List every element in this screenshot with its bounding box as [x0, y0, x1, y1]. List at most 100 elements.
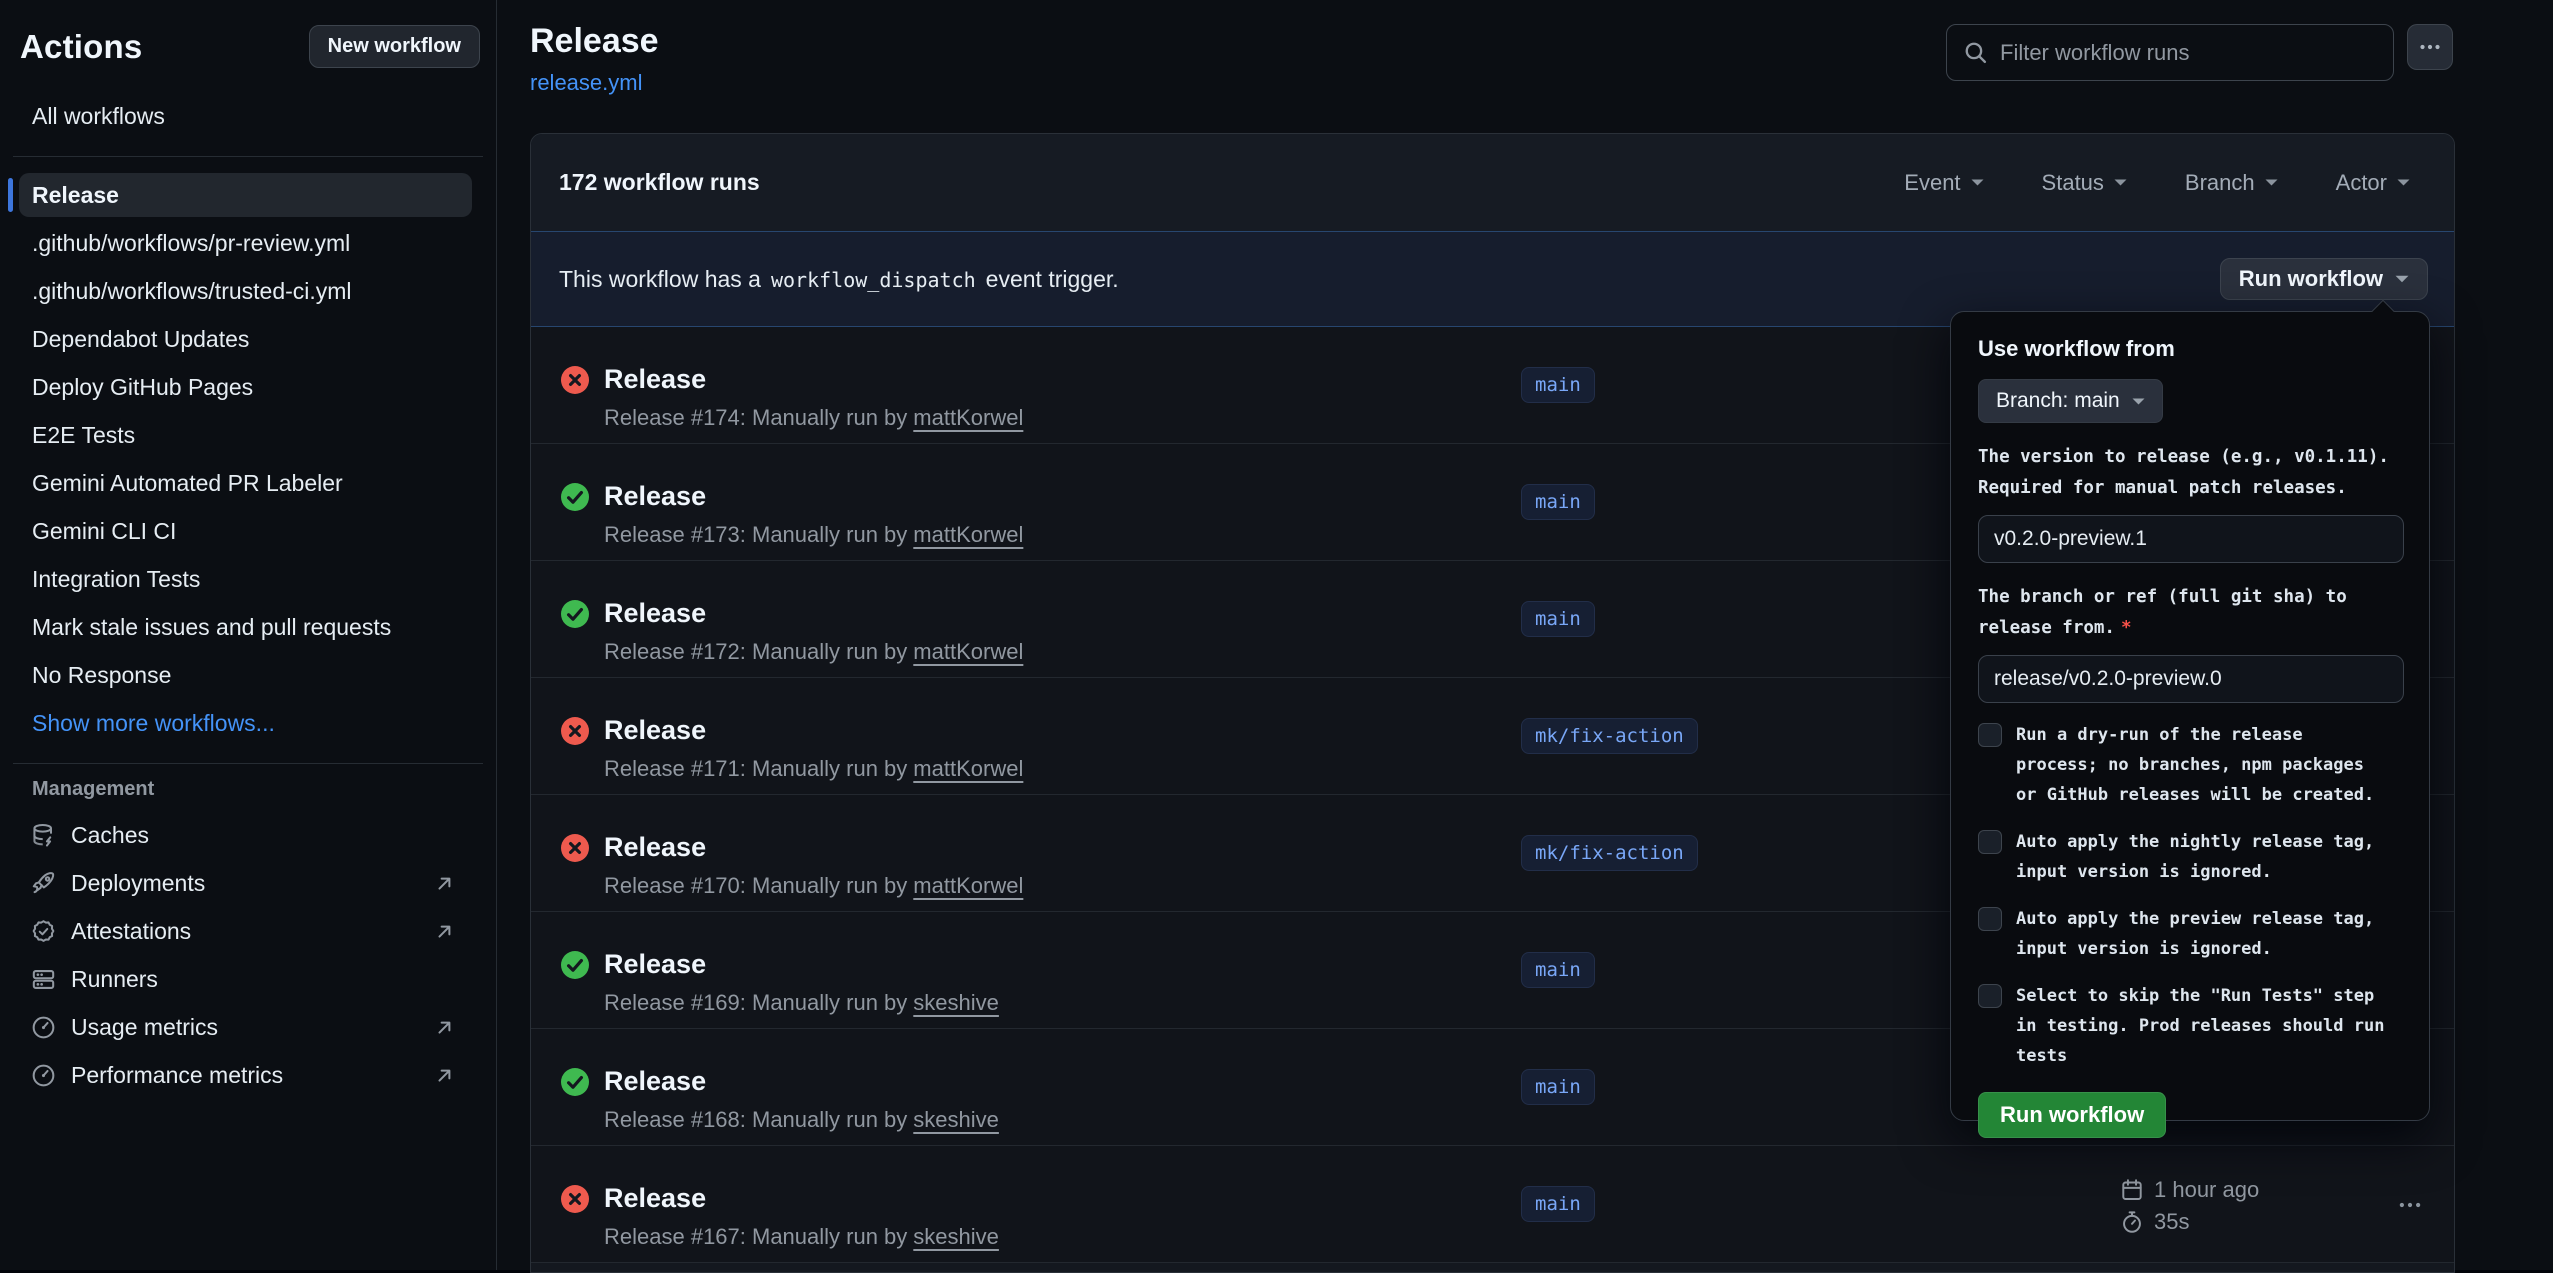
- branch-selector-label: Branch: main: [1996, 389, 2120, 413]
- branch-badge[interactable]: main: [1521, 601, 1595, 637]
- actor-filter-dropdown[interactable]: Actor: [2336, 170, 2410, 196]
- branch-badge[interactable]: mk/fix-action: [1521, 718, 1698, 754]
- new-workflow-button[interactable]: New workflow: [309, 25, 480, 68]
- preview-tag-checkbox[interactable]: [1978, 907, 2002, 931]
- sidebar-item-label: Attestations: [71, 918, 191, 945]
- sidebar-item-workflow[interactable]: Dependabot Updates: [0, 315, 496, 363]
- actor-link[interactable]: mattKorwel: [913, 873, 1023, 898]
- run-subtitle: Release #167: Manually run byskeshive: [604, 1224, 999, 1250]
- banner-text-before: This workflow has a: [559, 266, 761, 292]
- branch-badge[interactable]: main: [1521, 952, 1595, 988]
- sidebar-item-workflow[interactable]: Deploy GitHub Pages: [0, 363, 496, 411]
- branch-filter-dropdown[interactable]: Branch: [2185, 170, 2278, 196]
- run-title[interactable]: Release: [604, 832, 1023, 862]
- run-workflow-dropdown-button[interactable]: Run workflow: [2220, 258, 2428, 300]
- run-options-kebab-button[interactable]: [2387, 1190, 2433, 1220]
- run-subtitle: Release #173: Manually run bymattKorwel: [604, 522, 1023, 548]
- skip-tests-checkbox[interactable]: [1978, 984, 2002, 1008]
- sidebar-item-workflow[interactable]: Gemini CLI CI: [0, 507, 496, 555]
- branch-badge[interactable]: mk/fix-action: [1521, 835, 1698, 871]
- status-failure-icon: [559, 715, 591, 782]
- sidebar-item-workflow[interactable]: No Response: [0, 651, 496, 699]
- sidebar-item-workflow[interactable]: Mark stale issues and pull requests: [0, 603, 496, 651]
- checkbox-label: Select to skip the "Run Tests" step in t…: [2016, 981, 2388, 1071]
- branch-badge[interactable]: main: [1521, 1069, 1595, 1105]
- branch-badge[interactable]: main: [1521, 484, 1595, 520]
- actor-link[interactable]: mattKorwel: [913, 639, 1023, 664]
- meter-icon: [31, 1063, 56, 1088]
- sidebar-item-runners[interactable]: Runners: [0, 955, 496, 1003]
- search-icon: [1963, 40, 1988, 65]
- actor-link[interactable]: mattKorwel: [913, 522, 1023, 547]
- run-title[interactable]: Release: [604, 598, 1023, 628]
- dry-run-checkbox[interactable]: [1978, 723, 2002, 747]
- event-filter-dropdown[interactable]: Event: [1904, 170, 1983, 196]
- sidebar-item-deployments[interactable]: Deployments: [0, 859, 496, 907]
- actor-link[interactable]: mattKorwel: [913, 756, 1023, 781]
- run-title[interactable]: Release: [604, 481, 1023, 511]
- workflow-options-kebab-button[interactable]: [2407, 24, 2453, 70]
- ref-input[interactable]: [1978, 655, 2404, 703]
- show-more-workflows-link[interactable]: Show more workflows...: [0, 699, 496, 747]
- sidebar-item-workflow-selected[interactable]: Release: [0, 171, 496, 219]
- actor-link[interactable]: skeshive: [913, 990, 999, 1015]
- status-filter-dropdown[interactable]: Status: [2042, 170, 2127, 196]
- ref-input-description: The branch or ref (full git sha) to rele…: [1978, 582, 2402, 644]
- run-subtitle-text: Release #171: Manually run by: [604, 756, 907, 781]
- workflow-file-link[interactable]: release.yml: [530, 70, 642, 96]
- branch-badge[interactable]: main: [1521, 367, 1595, 403]
- run-subtitle-text: Release #173: Manually run by: [604, 522, 907, 547]
- external-link-icon: [433, 1016, 456, 1039]
- run-title[interactable]: Release: [604, 715, 1023, 745]
- sidebar-divider: [13, 763, 483, 764]
- sidebar-item-caches[interactable]: Caches: [0, 811, 496, 859]
- cache-icon: [31, 823, 56, 848]
- verified-icon: [31, 919, 56, 944]
- sidebar-item-attestations[interactable]: Attestations: [0, 907, 496, 955]
- run-subtitle: Release #174: Manually run bymattKorwel: [604, 405, 1023, 431]
- sidebar-item-usage-metrics[interactable]: Usage metrics: [0, 1003, 496, 1051]
- branch-selector-button[interactable]: Branch: main: [1978, 379, 2163, 423]
- sidebar-item-label: Caches: [71, 822, 149, 849]
- sidebar-title: Actions: [20, 28, 142, 66]
- actions-workflow-page: { "colors": { "accent_blue": "#4493f8", …: [0, 0, 2553, 1270]
- table-row[interactable]: Release Release #167: Manually run byske…: [531, 1146, 2454, 1263]
- sidebar-item-label: Runners: [71, 966, 158, 993]
- sidebar-item-performance-metrics[interactable]: Performance metrics: [0, 1051, 496, 1099]
- sidebar-item-workflow[interactable]: Integration Tests: [0, 555, 496, 603]
- sidebar-item-workflow[interactable]: .github/workflows/trusted-ci.yml: [0, 267, 496, 315]
- filter-label: Event: [1904, 170, 1960, 196]
- run-subtitle-text: Release #172: Manually run by: [604, 639, 907, 664]
- run-title[interactable]: Release: [604, 949, 999, 979]
- run-subtitle-text: Release #168: Manually run by: [604, 1107, 907, 1132]
- use-workflow-from-heading: Use workflow from: [1978, 336, 2402, 362]
- dry-run-option: Run a dry-run of the release process; no…: [1978, 720, 2402, 810]
- filter-label: Status: [2042, 170, 2104, 196]
- sidebar-item-label: Deployments: [71, 870, 205, 897]
- actor-link[interactable]: skeshive: [913, 1107, 999, 1132]
- version-input-description: The version to release (e.g., v0.1.11). …: [1978, 442, 2402, 504]
- filter-workflow-runs-input[interactable]: [2000, 40, 2377, 66]
- sidebar-item-all-workflows[interactable]: All workflows: [0, 92, 496, 140]
- filter-label: Branch: [2185, 170, 2255, 196]
- run-title[interactable]: Release: [604, 1066, 999, 1096]
- run-workflow-submit-button[interactable]: Run workflow: [1978, 1092, 2166, 1138]
- nightly-tag-checkbox[interactable]: [1978, 830, 2002, 854]
- actor-link[interactable]: mattKorwel: [913, 405, 1023, 430]
- branch-badge[interactable]: main: [1521, 1186, 1595, 1222]
- run-title[interactable]: Release: [604, 1183, 999, 1213]
- version-input[interactable]: [1978, 515, 2404, 563]
- run-subtitle: Release #170: Manually run bymattKorwel: [604, 873, 1023, 899]
- meter-icon: [31, 1015, 56, 1040]
- chevron-down-icon: [2132, 398, 2145, 405]
- run-title[interactable]: Release: [604, 364, 1023, 394]
- sidebar-item-workflow[interactable]: E2E Tests: [0, 411, 496, 459]
- actor-link[interactable]: skeshive: [913, 1224, 999, 1249]
- sidebar-item-workflow[interactable]: Gemini Automated PR Labeler: [0, 459, 496, 507]
- ref-description-text: The branch or ref (full git sha) to rele…: [1978, 587, 2347, 638]
- sidebar-item-workflow[interactable]: .github/workflows/pr-review.yml: [0, 219, 496, 267]
- preview-tag-option: Auto apply the preview release tag, inpu…: [1978, 904, 2402, 964]
- workflow-runs-count: 172 workflow runs: [559, 169, 760, 196]
- actions-sidebar: Actions New workflow All workflows Relea…: [0, 0, 497, 1270]
- external-link-icon: [433, 920, 456, 943]
